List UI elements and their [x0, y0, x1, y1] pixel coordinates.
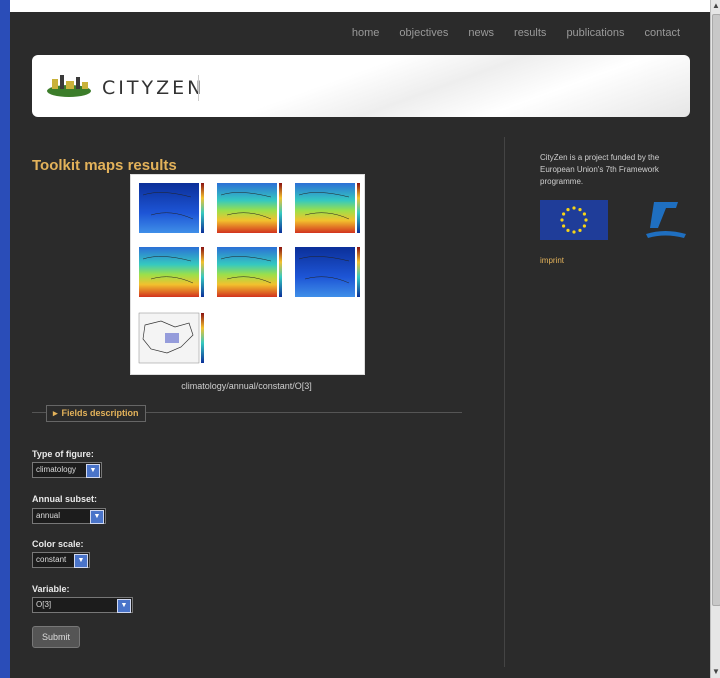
scroll-up-icon[interactable]: ▲: [711, 0, 720, 12]
variable-value: O[3]: [36, 600, 52, 609]
nav-contact[interactable]: contact: [645, 27, 680, 39]
fields-description-label: Fields description: [61, 408, 139, 418]
imprint-link[interactable]: imprint: [540, 256, 564, 265]
fp7-logo-icon[interactable]: [640, 198, 690, 242]
page: home objectives news results publication…: [0, 0, 720, 678]
fields-description-toggle[interactable]: ▸ Fields description: [46, 405, 146, 422]
eu-flag-icon[interactable]: [540, 200, 608, 240]
triangle-right-icon: ▸: [53, 408, 58, 418]
color-scale-value: constant: [36, 555, 67, 564]
annual-subset-value: annual: [36, 511, 61, 520]
type-of-figure-label: Type of figure:: [32, 449, 94, 459]
logo-text[interactable]: CITYZEN: [102, 77, 204, 99]
nav-objectives[interactable]: objectives: [399, 27, 448, 39]
scrollbar-thumb[interactable]: [712, 14, 720, 606]
scroll-down-icon[interactable]: ▼: [711, 666, 720, 678]
cityzen-logo-icon[interactable]: [46, 73, 92, 97]
figure-caption: climatology/annual/constant/O[3]: [181, 381, 312, 391]
chevron-down-icon[interactable]: ▼: [86, 464, 100, 478]
type-of-figure-value: climatology: [36, 465, 77, 474]
chevron-down-icon[interactable]: ▼: [74, 554, 88, 568]
annual-subset-label: Annual subset:: [32, 494, 98, 504]
left-window-border: [0, 0, 10, 678]
color-scale-label: Color scale:: [32, 539, 84, 549]
results-map-figure: [130, 174, 365, 375]
funding-text: CityZen is a project funded by the Europ…: [540, 153, 660, 186]
type-of-figure-select[interactable]: climatology ▼: [32, 462, 102, 478]
nav-results[interactable]: results: [514, 27, 546, 39]
logo-divider: [198, 75, 199, 101]
chevron-down-icon[interactable]: ▼: [117, 599, 131, 613]
map-grid-image: [138, 183, 360, 364]
color-scale-select[interactable]: constant ▼: [32, 552, 90, 568]
header-banner: CITYZEN: [32, 55, 690, 117]
annual-subset-select[interactable]: annual ▼: [32, 508, 106, 524]
nav-home[interactable]: home: [352, 27, 380, 39]
page-title: Toolkit maps results: [32, 157, 177, 174]
nav-news[interactable]: news: [468, 27, 494, 39]
chevron-down-icon[interactable]: ▼: [90, 510, 104, 524]
top-navigation: home objectives news results publication…: [352, 27, 680, 39]
vertical-scrollbar[interactable]: ▲ ▼: [710, 0, 720, 678]
nav-publications[interactable]: publications: [566, 27, 624, 39]
sidebar-divider: [504, 137, 505, 667]
variable-select[interactable]: O[3] ▼: [32, 597, 133, 613]
submit-button[interactable]: Submit: [32, 626, 80, 648]
site-container: home objectives news results publication…: [10, 12, 710, 678]
variable-label: Variable:: [32, 584, 70, 594]
